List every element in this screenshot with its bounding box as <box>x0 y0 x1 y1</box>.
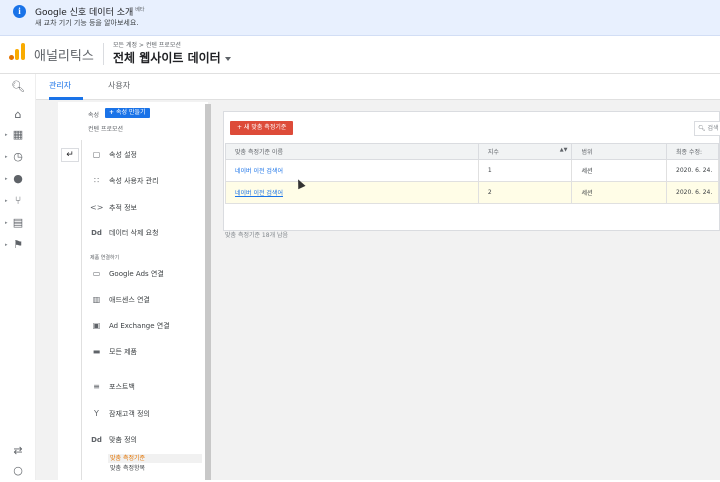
col-index[interactable]: 지수 ▲▼ <box>477 143 573 160</box>
conversions-icon[interactable]: ▸ ⚑ <box>0 234 36 256</box>
row-name-cell: 네이버 이전 검색어 <box>225 181 479 204</box>
menu-label: 포스트백 <box>109 383 135 391</box>
menu-label: Ad Exchange 연결 <box>109 322 170 330</box>
behavior-icon[interactable]: ▸ ▤ <box>0 212 36 234</box>
product-linking-label: 제품 연결하기 <box>90 255 120 261</box>
header-divider <box>103 43 104 65</box>
menu-label: 맞춤 정의 <box>109 436 137 444</box>
info-banner: i Google 신호 데이터 소개 베타 새 교차 기기 기능 등을 알아보세요… <box>0 0 720 36</box>
menu-label: 속성 사용자 관리 <box>109 177 159 185</box>
menu-label: 잠재고객 정의 <box>109 410 150 418</box>
ad-exchange-icon: ▣ <box>92 321 101 330</box>
custom-definitions-icon: Dd <box>91 436 102 444</box>
dimension-link[interactable]: 네이버 이전 검색어 <box>235 190 283 197</box>
property-settings-icon: ▢ <box>92 150 101 159</box>
menu-label: 추적 정보 <box>109 204 137 212</box>
table-header-row: 맞춤 측정기준 이름 지수 ▲▼ 범위 최종 수정: <box>225 143 719 160</box>
menu-label: 애드센스 연결 <box>109 296 150 304</box>
audience-definitions-icon: Y <box>94 409 99 418</box>
back-arrow-icon[interactable]: ↵ <box>61 148 79 162</box>
row-scope-cell: 세션 <box>571 181 667 204</box>
menu-label: Google Ads 연결 <box>109 270 164 278</box>
home-icon[interactable]: ⌂ <box>0 104 36 126</box>
col-last-modified[interactable]: 최종 수정: <box>666 143 719 160</box>
user-management-icon: ∷ <box>93 176 100 185</box>
property-column: 속성 + 속성 만들기 컨텐 프로모션 ↵ ▢ 속성 설정 ∷ 속성 사용자 관리 <… <box>58 102 208 480</box>
sub-custom-dimensions[interactable]: 맞춤 측정기준 <box>108 454 202 463</box>
row-modified-cell: 2020. 6. 24. <box>666 181 719 204</box>
menu-custom-definitions[interactable]: Dd 맞춤 정의 <box>90 433 137 447</box>
menu-google-ads-link[interactable]: ▭ Google Ads 연결 <box>90 267 164 281</box>
row-name-cell: 네이버 이전 검색어 <box>225 159 479 182</box>
property-label: 속성 <box>88 112 100 119</box>
menu-postback[interactable]: ≡ 포스트백 <box>90 380 135 394</box>
col-scope[interactable]: 범위 <box>571 143 667 160</box>
menu-audience-definitions[interactable]: Y 잠재고객 정의 <box>90 407 150 421</box>
app-name: 애널리틱스 <box>34 49 94 64</box>
view-selector[interactable]: 전체 웹사이트 데이터 <box>113 49 231 66</box>
data-deletion-icon: Dd <box>91 229 102 237</box>
sub-custom-metrics[interactable]: 맞춤 측정항목 <box>110 464 145 473</box>
left-nav-rail: 🔍︎ ⌂ ▸ ▦ ▸ ◷ ▸ ● ▸ ⑂ ▸ ▤ ▸ ⚑ ⇄ ○ <box>0 74 36 480</box>
row-modified-cell: 2020. 6. 24. <box>666 159 719 182</box>
attribution-icon[interactable]: ⇄ <box>0 440 36 462</box>
property-selector[interactable]: 컨텐 프로모션 <box>88 124 123 133</box>
tracking-code-icon: <> <box>90 203 104 212</box>
remaining-count-note: 맞춤 측정기준 18개 남음 <box>225 232 289 239</box>
plus-icon: + <box>109 109 115 116</box>
banner-subtitle: 새 교차 기기 기능 등을 알아보세요. <box>35 19 139 27</box>
view-title: 전체 웹사이트 데이터 <box>113 51 221 65</box>
audience-icon[interactable]: ▸ ● <box>0 168 36 190</box>
tab-user[interactable]: 사용자 <box>108 80 130 91</box>
menu-tracking-info[interactable]: <> 추적 정보 <box>90 201 137 215</box>
menu-property-settings[interactable]: ▢ 속성 설정 <box>90 148 137 162</box>
sort-icon: ▲▼ <box>559 147 568 153</box>
dimension-link[interactable]: 네이버 이전 검색어 <box>235 168 283 175</box>
menu-data-deletion[interactable]: Dd 데이터 삭제 요청 <box>90 226 159 240</box>
customization-icon[interactable]: ▸ ▦ <box>0 124 36 146</box>
discover-icon[interactable]: ○ <box>0 460 36 482</box>
all-products-icon: ▬ <box>92 347 101 356</box>
col-index-label: 지수 <box>487 149 499 156</box>
banner-title[interactable]: Google 신호 데이터 소개 베타 <box>35 5 144 18</box>
breadcrumb[interactable]: 모든 계정 > 컨텐 프로모션 <box>113 40 181 49</box>
adsense-icon: ▥ <box>92 295 101 304</box>
menu-label: 모든 제품 <box>109 348 137 356</box>
beta-badge: 베타 <box>135 7 145 13</box>
row-scope-cell: 세션 <box>571 159 667 182</box>
analytics-logo[interactable] <box>9 43 25 60</box>
create-property-button[interactable]: + 속성 만들기 <box>105 108 150 118</box>
column-scrollbar[interactable] <box>205 104 211 480</box>
new-custom-dimension-button[interactable]: + 새 맞춤 측정기준 <box>230 121 294 135</box>
custom-dimensions-panel: + 새 맞춤 측정기준 🔍︎ 검색 맞춤 측정기준 이름 지수 ▲▼ 범위 최종 … <box>223 111 720 231</box>
banner-title-text: Google 신호 데이터 소개 <box>35 8 134 18</box>
row-index-cell: 1 <box>477 159 573 182</box>
chevron-down-icon <box>224 56 231 61</box>
create-property-label: 속성 만들기 <box>116 109 146 116</box>
menu-label: 데이터 삭제 요청 <box>109 229 159 237</box>
menu-all-products[interactable]: ▬ 모든 제품 <box>90 345 137 359</box>
row-index-cell: 2 <box>477 181 573 204</box>
menu-label: 속성 설정 <box>109 151 137 159</box>
search-input[interactable]: 🔍︎ 검색 <box>694 121 720 136</box>
info-icon: i <box>13 5 26 18</box>
menu-adsense-link[interactable]: ▥ 애드센스 연결 <box>90 293 150 307</box>
custom-dimensions-table: 맞춤 측정기준 이름 지수 ▲▼ 범위 최종 수정: 네이버 이전 검색어 1 세… <box>225 143 719 204</box>
search-placeholder: 검색 <box>707 125 719 132</box>
column-divider <box>81 140 82 480</box>
search-icon: 🔍︎ <box>698 125 706 132</box>
menu-ad-exchange-link[interactable]: ▣ Ad Exchange 연결 <box>90 319 170 333</box>
search-icon[interactable]: 🔍︎ <box>0 76 36 98</box>
app-header: 애널리틱스 모든 계정 > 컨텐 프로모션 전체 웹사이트 데이터 <box>0 36 720 74</box>
menu-user-management[interactable]: ∷ 속성 사용자 관리 <box>90 174 159 188</box>
tab-admin[interactable]: 관리자 <box>49 80 71 91</box>
realtime-icon[interactable]: ▸ ◷ <box>0 146 36 168</box>
col-name[interactable]: 맞춤 측정기준 이름 <box>225 143 479 160</box>
acquisition-icon[interactable]: ▸ ⑂ <box>0 190 36 212</box>
admin-tabs: 관리자 사용자 <box>36 74 720 100</box>
postback-icon: ≡ <box>93 382 100 391</box>
google-ads-icon: ▭ <box>92 269 101 278</box>
